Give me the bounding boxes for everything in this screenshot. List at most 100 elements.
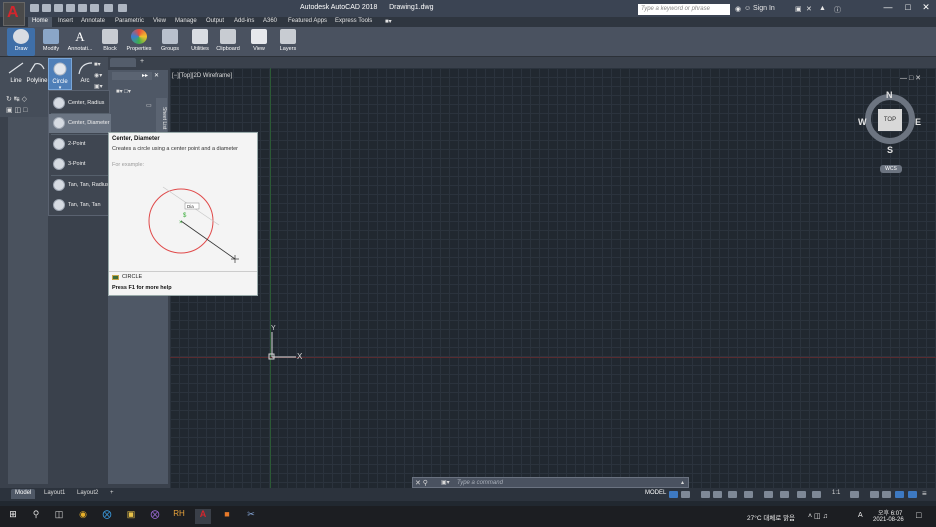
- share-icon[interactable]: [118, 4, 127, 12]
- otrack-icon[interactable]: [744, 491, 753, 498]
- clock-date[interactable]: 2021-08-26: [873, 517, 904, 523]
- tab-view[interactable]: View: [149, 17, 170, 27]
- command-history-icon[interactable]: ▴: [681, 479, 684, 486]
- app-icon[interactable]: ■: [219, 509, 235, 524]
- menu-item-center-radius[interactable]: Center, Radius: [49, 94, 111, 113]
- tab-layout2[interactable]: Layout2: [73, 489, 102, 499]
- compass-north[interactable]: N: [886, 90, 893, 100]
- binoculars-icon[interactable]: ◉: [735, 5, 741, 13]
- polyline-tool[interactable]: Polyline: [25, 58, 49, 88]
- tab-output[interactable]: Output: [202, 17, 228, 27]
- menu-item-tan-tan-radius[interactable]: Tan, Tan, Radius: [49, 176, 111, 195]
- polar-icon[interactable]: [713, 491, 722, 498]
- modify-mini-icons[interactable]: ↻ ↹ ◇: [6, 95, 27, 103]
- viewport-controls[interactable]: [−][Top][2D Wireframe]: [172, 73, 232, 79]
- viewport-window-controls[interactable]: — □ ✕: [900, 74, 921, 82]
- view-button[interactable]: View: [245, 28, 273, 56]
- file-tab[interactable]: [110, 58, 136, 67]
- notification-icon[interactable]: □: [916, 510, 921, 520]
- save-as-icon[interactable]: [66, 4, 75, 12]
- properties-button[interactable]: Properties: [125, 28, 153, 56]
- command-line-close-icon[interactable]: ✕ ⚲: [415, 479, 428, 487]
- redo-icon[interactable]: [104, 4, 113, 12]
- add-icon[interactable]: [870, 491, 879, 498]
- wcs-menu[interactable]: WCS: [880, 165, 902, 173]
- file-explorer-icon[interactable]: ▣: [123, 509, 139, 524]
- compass-west[interactable]: W: [858, 117, 867, 127]
- compass-south[interactable]: S: [887, 145, 893, 155]
- menu-item-2-point[interactable]: 2-Point: [49, 135, 111, 154]
- viewcube[interactable]: TOP N S W E: [858, 88, 922, 156]
- tab-layout1[interactable]: Layout1: [40, 489, 69, 499]
- compass-east[interactable]: E: [915, 117, 921, 127]
- tab-annotate[interactable]: Annotate: [77, 17, 109, 27]
- exchange-icon[interactable]: ✕: [806, 5, 812, 13]
- print-icon[interactable]: [78, 4, 87, 12]
- tab-express-tools[interactable]: Express Tools: [331, 17, 376, 27]
- add-layout-button[interactable]: +: [106, 489, 118, 499]
- user-icon[interactable]: ☺: [744, 5, 751, 12]
- annotation-scale[interactable]: 1:1: [832, 490, 840, 496]
- new-tab-icon[interactable]: +: [140, 58, 144, 65]
- lineweight-icon[interactable]: [764, 491, 773, 498]
- close-button[interactable]: ✕: [914, 2, 936, 15]
- command-line[interactable]: ✕ ⚲ ▣▾ Type a command ▴: [412, 477, 689, 488]
- chrome-icon[interactable]: ◉: [75, 509, 91, 524]
- open-icon[interactable]: [42, 4, 51, 12]
- workspace-gear-icon[interactable]: [850, 491, 859, 498]
- search-icon[interactable]: ⚲: [28, 509, 44, 524]
- block-button[interactable]: Block: [96, 28, 124, 56]
- modify-mini-icons-2[interactable]: ▣ ◫ □: [6, 106, 27, 114]
- utilities-button[interactable]: Utilities: [186, 28, 214, 56]
- palette-close-icon[interactable]: ✕: [154, 72, 159, 79]
- tab-manage[interactable]: Manage: [171, 17, 201, 27]
- draw-extra-tools[interactable]: ■▾ ◉▾ ▣▾: [94, 60, 103, 93]
- clean-screen-icon[interactable]: [908, 491, 917, 498]
- visual-studio-icon[interactable]: ⨂: [147, 509, 163, 524]
- account-icon[interactable]: ▲: [819, 5, 826, 12]
- model-space-button[interactable]: MODEL: [645, 490, 666, 496]
- annotation-visibility-icon[interactable]: [812, 491, 821, 498]
- ime-indicator[interactable]: A: [858, 512, 863, 519]
- snap-icon[interactable]: [681, 491, 690, 498]
- undo-icon[interactable]: [90, 4, 99, 12]
- annotation-button[interactable]: A Annotati...: [66, 28, 94, 56]
- circle-tool[interactable]: Circle ▾: [48, 58, 72, 91]
- snipping-tool-icon[interactable]: ✂: [243, 509, 259, 524]
- tab-home[interactable]: Home: [28, 17, 53, 27]
- help-icon[interactable]: ⓘ: [834, 5, 841, 15]
- command-input[interactable]: Type a command: [457, 480, 503, 486]
- draw-button[interactable]: Draw: [7, 28, 35, 56]
- menu-item-tan-tan-tan[interactable]: Tan, Tan, Tan: [49, 196, 111, 215]
- autocad-logo-icon[interactable]: A: [3, 2, 25, 26]
- tab-insert[interactable]: Insert: [54, 17, 77, 27]
- save-icon[interactable]: [54, 4, 63, 12]
- isolate-icon[interactable]: [882, 491, 891, 498]
- rhino-icon[interactable]: RH: [171, 509, 187, 524]
- task-view-icon[interactable]: ◫: [51, 509, 67, 524]
- tab-a360[interactable]: A360: [259, 17, 281, 27]
- clipboard-button[interactable]: Clipboard: [214, 28, 242, 56]
- modify-button[interactable]: Modify: [37, 28, 65, 56]
- menu-item-3-point[interactable]: 3-Point: [49, 155, 111, 174]
- command-prompt-icon[interactable]: ▣▾: [441, 479, 450, 486]
- tab-parametric[interactable]: Parametric: [111, 17, 148, 27]
- vscode-icon[interactable]: ⨂: [99, 509, 115, 524]
- windows-start-icon[interactable]: ⊞: [5, 509, 21, 524]
- system-tray-icons[interactable]: ˄ ◫ ♫: [808, 512, 828, 520]
- drawing-canvas[interactable]: [170, 68, 936, 488]
- layers-button[interactable]: Layers: [274, 28, 302, 56]
- autocad-taskbar-icon[interactable]: A: [195, 509, 211, 524]
- viewcube-top-face[interactable]: TOP: [878, 109, 902, 131]
- search-input[interactable]: Type a keyword or phrase: [638, 4, 730, 15]
- hardware-acceleration-icon[interactable]: [895, 491, 904, 498]
- customize-icon[interactable]: ≡: [922, 489, 927, 498]
- ortho-icon[interactable]: [701, 491, 710, 498]
- grid-icon[interactable]: [669, 491, 678, 498]
- weather-widget[interactable]: 27°C 대체로 맑음: [747, 512, 795, 522]
- tab-featured-apps[interactable]: Featured Apps: [284, 17, 331, 27]
- palette-pin-icon[interactable]: ▸▸: [142, 72, 148, 79]
- clock-time[interactable]: 오후 6:07: [878, 508, 902, 517]
- tab-model[interactable]: Model: [11, 489, 36, 499]
- transparency-icon[interactable]: [780, 491, 789, 498]
